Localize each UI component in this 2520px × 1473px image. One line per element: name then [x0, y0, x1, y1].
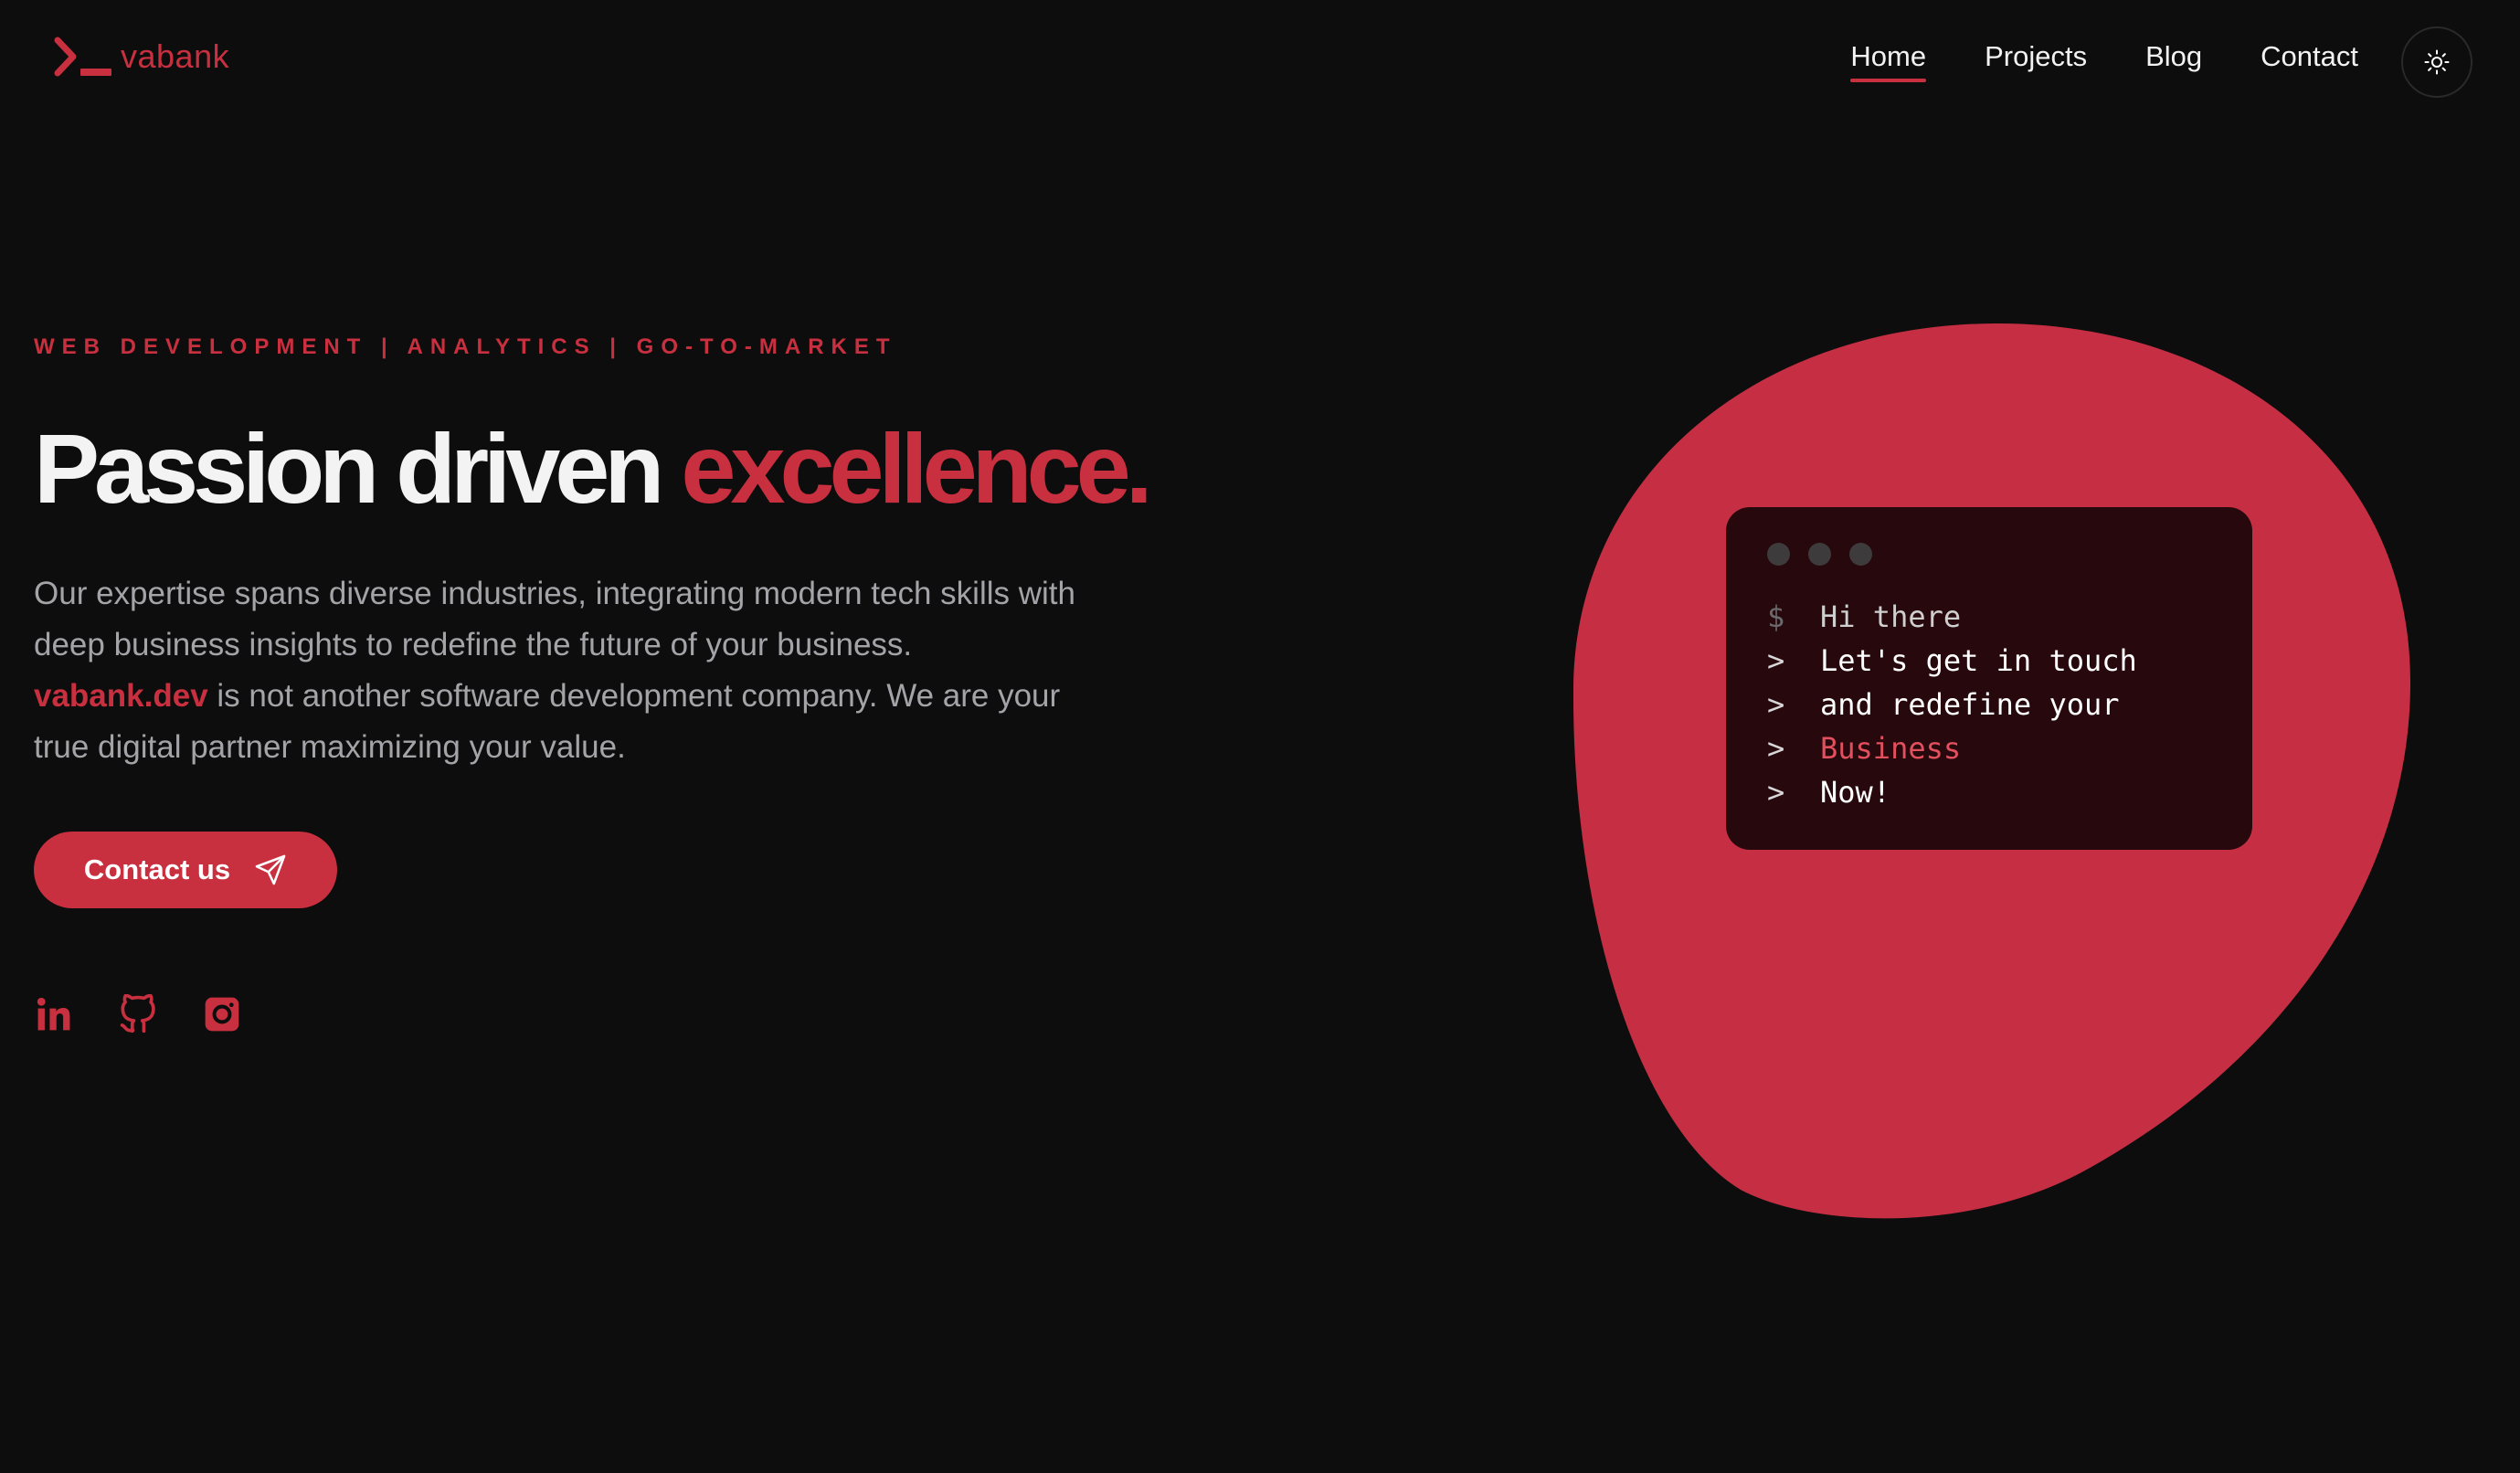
hero-eyebrow: WEB DEVELOPMENT | ANALYTICS | GO-TO-MARK…	[34, 334, 897, 359]
nav-home[interactable]: Home	[1850, 40, 1926, 82]
window-dot	[1849, 543, 1872, 566]
terminal-text: and redefine your	[1820, 687, 2120, 722]
linkedin-link[interactable]	[34, 994, 74, 1034]
terminal-line: > Now!	[1767, 770, 2137, 814]
intro-brand-link[interactable]: vabank.dev	[34, 678, 208, 714]
nav-blog[interactable]: Blog	[2145, 40, 2202, 82]
headline-accent: excellence.	[681, 413, 1152, 524]
terminal-line: > Let's get in touch	[1767, 639, 2137, 683]
logo-link[interactable]: vabank	[53, 37, 229, 77]
terminal-output: $ Hi there > Let's get in touch > and re…	[1767, 595, 2137, 814]
terminal-text: Let's get in touch	[1820, 643, 2137, 678]
terminal-text: Business	[1820, 731, 1962, 766]
terminal-prompt: >	[1767, 731, 1785, 766]
instagram-icon	[205, 997, 239, 1032]
theme-toggle-button[interactable]	[2401, 26, 2472, 98]
logo-text: vabank	[121, 37, 230, 75]
main-nav: Home Projects Blog Contact	[1850, 40, 2358, 82]
terminal-line: > Business	[1767, 726, 2137, 770]
terminal-prompt: >	[1767, 687, 1785, 722]
paper-plane-icon	[255, 854, 286, 885]
window-dot	[1808, 543, 1831, 566]
contact-us-label: Contact us	[83, 853, 231, 885]
instagram-link[interactable]	[202, 994, 242, 1034]
window-dot	[1767, 543, 1790, 566]
intro-text: Our expertise spans diverse industries, …	[34, 576, 1075, 662]
github-link[interactable]	[118, 993, 158, 1034]
hero-intro: Our expertise spans diverse industries, …	[34, 568, 1112, 773]
social-links	[34, 993, 242, 1034]
terminal-prompt: >	[1767, 775, 1785, 810]
linkedin-icon	[37, 997, 70, 1031]
headline-main: Passion driven	[34, 413, 664, 524]
terminal-text: Hi there	[1820, 599, 1962, 634]
github-icon	[120, 993, 155, 1033]
hero-headline: Passion driven excellence.	[34, 409, 1153, 528]
contact-us-button[interactable]: Contact us	[34, 832, 337, 908]
terminal-line: > and redefine your	[1767, 683, 2137, 726]
terminal-line: $ Hi there	[1767, 595, 2137, 639]
nav-projects[interactable]: Projects	[1985, 40, 2087, 82]
window-controls	[1767, 543, 1872, 566]
nav-contact[interactable]: Contact	[2261, 40, 2358, 82]
terminal-prompt: $	[1767, 599, 1785, 634]
terminal-prompt: >	[1767, 643, 1785, 678]
terminal-text: Now!	[1820, 775, 1891, 810]
terminal-prompt-icon	[54, 37, 111, 77]
terminal-window: $ Hi there > Let's get in touch > and re…	[1726, 507, 2252, 850]
sun-icon	[2424, 49, 2450, 75]
